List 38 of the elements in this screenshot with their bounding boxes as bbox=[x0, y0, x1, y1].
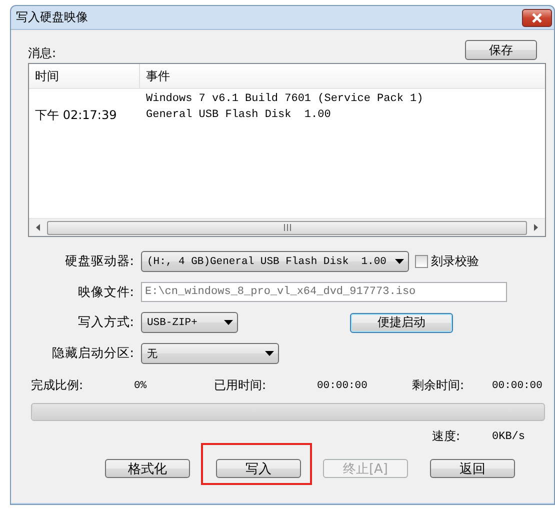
messages-label: 消息: bbox=[28, 45, 56, 62]
stat-label: 完成比例: bbox=[31, 377, 84, 394]
action-button[interactable]: 返回 bbox=[430, 459, 515, 478]
event-cell-text: General USB Flash Disk 1.00 bbox=[145, 109, 331, 121]
stat-value: 00:00:00 bbox=[317, 378, 368, 394]
speed-label: 速度: bbox=[432, 428, 462, 445]
write-mode-dropdown[interactable]: USB-ZIP+ bbox=[141, 312, 238, 333]
speed-value: 0KB/s bbox=[492, 430, 526, 444]
stat-value: 0% bbox=[134, 378, 148, 394]
field-label: 写入方式: bbox=[76, 314, 134, 331]
stat-value: 00:00:00 bbox=[492, 378, 542, 394]
image-file-field[interactable]: E:\cn_windows_8_pro_vl_x64_dvd_917773.iso bbox=[141, 282, 507, 302]
action-button[interactable]: 格式化 bbox=[105, 459, 190, 478]
action-button[interactable]: 写入 bbox=[216, 459, 301, 478]
close-icon bbox=[531, 12, 543, 22]
dropdown-arrow-icon bbox=[224, 320, 233, 325]
column-header[interactable]: 时间 bbox=[29, 64, 140, 88]
column-header[interactable]: 事件 bbox=[140, 68, 170, 84]
field-label: 映像文件: bbox=[76, 284, 134, 300]
scroll-right-icon[interactable] bbox=[534, 224, 538, 231]
scroll-left-icon[interactable] bbox=[36, 224, 40, 231]
partition-dropdown[interactable]: 无 bbox=[141, 343, 279, 364]
stat-label: 已用时间: bbox=[214, 377, 268, 394]
field-label: 硬盘驱动器: bbox=[64, 253, 134, 270]
scrollbar-thumb[interactable] bbox=[47, 220, 527, 234]
save-button[interactable]: 保存 bbox=[465, 40, 537, 60]
checkbox-label: 刻录校验 bbox=[431, 253, 479, 270]
drive-dropdown[interactable]: (H:, 4 GB)General USB Flash Disk 1.00 bbox=[141, 251, 409, 272]
time-cell-text: 下午 02:17:39 bbox=[34, 106, 118, 124]
verify-checkbox[interactable] bbox=[415, 255, 428, 268]
dropdown-arrow-icon bbox=[265, 351, 274, 356]
field-label: 隐藏启动分区: bbox=[50, 345, 134, 362]
stat-label: 剩余时间: bbox=[412, 377, 466, 394]
dropdown-arrow-icon bbox=[395, 259, 404, 264]
event-cell-text: Windows 7 v6.1 Build 7601 (Service Pack 1) bbox=[145, 93, 424, 105]
close-button[interactable] bbox=[522, 8, 552, 26]
quick-boot-button[interactable]: 便捷启动 bbox=[350, 312, 453, 332]
window-title: 写入硬盘映像 bbox=[16, 9, 88, 26]
